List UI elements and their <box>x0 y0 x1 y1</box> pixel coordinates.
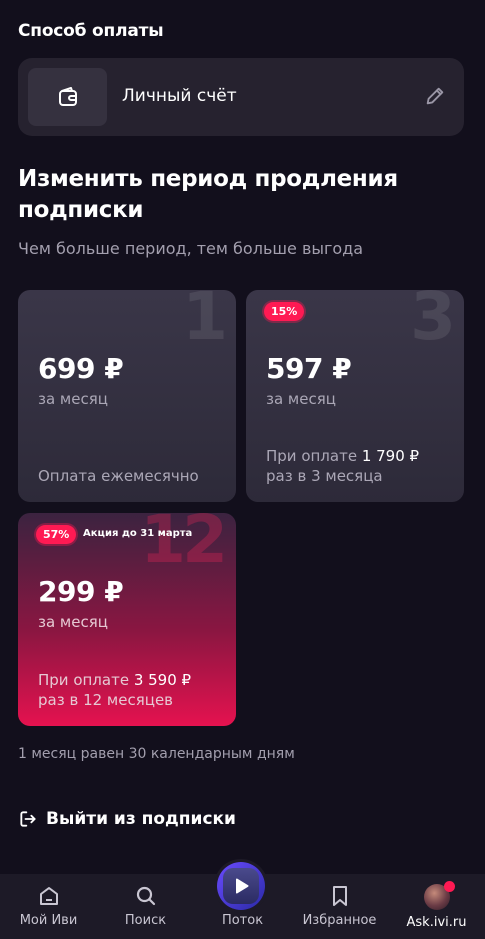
bookmark-icon <box>332 886 347 906</box>
billing-note-prefix: При оплате <box>38 671 134 689</box>
plan-billing-note: При оплате 3 590 ₽ раз в 12 месяцев <box>38 670 191 710</box>
unsubscribe-button[interactable]: Выйти из подписки <box>18 807 236 831</box>
home-icon <box>39 887 58 905</box>
unsubscribe-label: Выйти из подписки <box>46 809 236 829</box>
payment-section-title: Способ оплаты <box>18 21 164 41</box>
logout-icon <box>20 811 36 827</box>
tab-label: Поиск <box>124 913 167 928</box>
plan-price: 699 ₽ <box>38 352 124 385</box>
billing-note-amount: 3 590 ₽ <box>133 671 192 689</box>
promo-label: Акция до 31 марта <box>83 528 193 539</box>
plan-price-period: за месяц <box>38 390 108 408</box>
tab-favorites[interactable]: Избранное <box>291 874 388 939</box>
period-footnote: 1 месяц равен 30 календарным дням <box>18 746 295 762</box>
plan-price: 299 ₽ <box>38 575 124 608</box>
plan-price-period: за месяц <box>266 390 336 408</box>
plan-card-1-month[interactable]: 1 699 ₽ за месяц Оплата ежемесячно <box>18 290 236 502</box>
payment-method-card[interactable]: Личный счёт <box>18 58 464 136</box>
tab-my-ivi[interactable]: Мой Иви <box>0 874 97 939</box>
plan-price: 597 ₽ <box>266 352 352 385</box>
plan-card-3-months[interactable]: 3 15% 597 ₽ за месяц При оплате 1 790 ₽ … <box>246 290 464 502</box>
billing-note-amount: 1 790 ₽ <box>361 447 420 465</box>
edit-pencil-icon[interactable] <box>424 85 446 111</box>
search-icon <box>136 886 155 906</box>
discount-badge: 15% <box>264 302 305 321</box>
renewal-subheading: Чем больше период, тем больше выгода <box>18 239 364 258</box>
plan-billing-note: При оплате 1 790 ₽ раз в 3 месяца <box>266 446 419 486</box>
billing-note-prefix: При оплате <box>266 447 362 465</box>
tab-label: Ask.ivi.ru <box>406 915 467 930</box>
plan-period-number: 12 <box>140 513 228 578</box>
payment-method-label: Личный счёт <box>122 86 237 106</box>
play-icon <box>223 868 259 904</box>
feed-play-button[interactable] <box>217 862 265 910</box>
tab-label: Избранное <box>302 913 377 928</box>
plan-billing-note: Оплата ежемесячно <box>38 467 199 485</box>
plan-period-number: 1 <box>182 290 228 355</box>
tab-ask-ivi[interactable]: Ask.ivi.ru <box>388 874 485 939</box>
plan-card-12-months[interactable]: 12 57% Акция до 31 марта 299 ₽ за месяц … <box>18 513 236 726</box>
tab-label: Мой Иви <box>19 913 78 928</box>
subscription-settings-screen: Способ оплаты Личный счёт Изменить перио… <box>0 0 485 939</box>
tab-search[interactable]: Поиск <box>97 874 194 939</box>
plan-period-number: 3 <box>410 290 456 355</box>
discount-badge: 57% <box>36 525 77 544</box>
tab-label: Поток <box>221 913 264 928</box>
notification-dot <box>443 881 455 892</box>
wallet-icon <box>28 68 107 126</box>
avatar <box>423 881 455 910</box>
billing-note-suffix: раз в 3 месяца <box>266 467 383 485</box>
billing-note-suffix: раз в 12 месяцев <box>38 691 174 709</box>
plan-price-period: за месяц <box>38 613 108 631</box>
renewal-heading: Изменить период продления подписки <box>18 166 398 223</box>
